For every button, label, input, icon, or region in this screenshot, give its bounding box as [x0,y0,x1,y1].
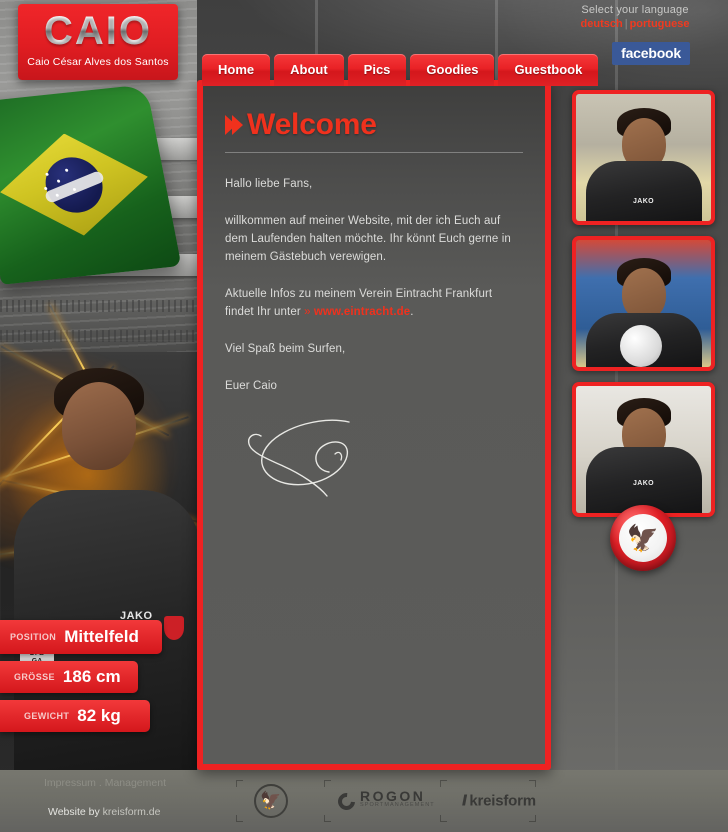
stat-value: 186 cm [62,667,121,686]
footer-link-management[interactable]: Management [105,777,166,789]
club-info-period: . [410,306,414,318]
title-divider [225,152,523,153]
stat-position: POSITION Mittelfeld [0,620,162,654]
football-icon [620,325,662,367]
link-arrow-icon: » [304,306,311,318]
signature-image [231,414,523,509]
logo-title: CAIO [18,9,178,54]
page-root: JAKO DFBGA POSITION Mittelfeld GRÖSSE 18… [0,0,728,832]
page-title-text: Welcome [247,108,377,141]
paragraph-greeting: Hallo liebe Fans, [225,178,313,190]
kreisform-mark-icon: // [462,792,468,810]
main-navigation: Home About Pics Goodies Guestbook [202,54,599,86]
page-title: Welcome [225,104,523,142]
eintracht-link[interactable]: www.eintracht.de [314,306,410,318]
stat-label: GRÖSSE [14,672,55,682]
sponsor-eintracht-icon[interactable]: 🦅 [254,784,288,818]
footer-credit: Website by kreisform.de [48,806,160,818]
site-logo[interactable]: CAIO Caio César Alves dos Santos [18,4,178,80]
welcome-copy: Hallo liebe Fans, willkommen auf meiner … [225,175,523,395]
stat-height: GRÖSSE 186 cm [0,661,138,693]
gallery-photo-3[interactable]: JAKO [572,382,715,517]
language-separator: | [624,18,628,30]
stat-value: 82 kg [77,706,121,725]
footer-link-separator: . [98,777,102,789]
rogon-mark-icon [334,789,359,813]
photo-gallery: JAKO JAKO [572,90,715,528]
paragraph-intro: willkommen auf meiner Website, mit der i… [225,215,511,263]
language-option-deutsch[interactable]: deutsch [581,18,623,30]
nav-item-goodies[interactable]: Goodies [410,54,495,86]
stat-weight: GEWICHT 82 kg [0,700,150,732]
paragraph-closing: Viel Spaß beim Surfen, [225,343,346,355]
language-selector: Select your language deutsch | portuguese [555,4,715,30]
eintracht-frankfurt-crest-icon[interactable]: 🦅 [610,505,676,571]
content-panel: Welcome Hallo liebe Fans, willkommen auf… [197,80,551,770]
sponsor-rogon[interactable]: ROGON SPORTMANAGEMENT [334,789,435,813]
footer-credit-link[interactable]: kreisform.de [103,806,161,818]
paragraph-club-info: Aktuelle Infos zu meinem Verein Eintrach… [225,285,523,321]
stat-label: POSITION [10,632,57,642]
stat-value: Mittelfeld [64,627,139,646]
sponsor-rogon-tagline: SPORTMANAGEMENT [360,802,435,808]
nav-item-guestbook[interactable]: Guestbook [498,54,599,86]
gallery-photo-1[interactable]: JAKO [572,90,715,225]
nav-item-about[interactable]: About [274,54,344,86]
sponsor-kreisform[interactable]: // kreisform [462,793,536,810]
nav-item-home[interactable]: Home [202,54,271,86]
footer-credit-prefix: Website by [48,806,100,818]
sponsor-logos: 🦅 ROGON SPORTMANAGEMENT // kreisform [236,776,536,826]
logo-subtitle: Caio César Alves dos Santos [27,56,169,68]
footer-links: Impressum . Management [44,777,166,789]
language-option-portuguese[interactable]: portuguese [630,18,690,30]
sponsor-kreisform-name: kreisform [469,792,536,810]
paragraph-signoff: Euer Caio [225,380,278,392]
stat-label: GEWICHT [24,711,70,721]
double-chevron-right-icon [225,115,243,135]
footer-link-impressum[interactable]: Impressum [44,777,96,789]
page-footer: Impressum . Management Website by kreisf… [0,770,728,832]
language-prompt: Select your language [581,4,689,16]
nav-item-pics[interactable]: Pics [347,54,407,86]
gallery-photo-2[interactable] [572,236,715,371]
facebook-button[interactable]: facebook [612,42,690,65]
